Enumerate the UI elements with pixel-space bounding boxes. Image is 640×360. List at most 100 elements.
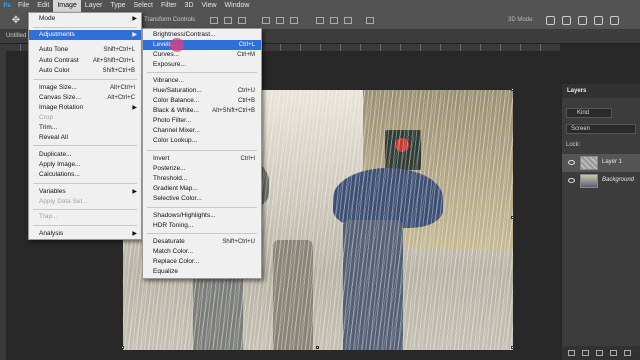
- image-menu-image-rotation[interactable]: Image Rotation ▶: [29, 103, 141, 113]
- 3d-scale-icon[interactable]: [610, 16, 619, 25]
- distribute-icon[interactable]: [316, 17, 324, 24]
- menu-type[interactable]: Type: [106, 0, 129, 12]
- image-menu-reveal-all[interactable]: Reveal All: [29, 133, 141, 143]
- blend-mode-select[interactable]: Screen: [566, 124, 636, 134]
- adjust-menu-photo-filter[interactable]: Photo Filter...: [143, 116, 261, 126]
- align-left-icon[interactable]: [210, 17, 218, 24]
- visibility-eye-icon[interactable]: [568, 178, 575, 183]
- adjust-menu-match-color[interactable]: Match Color...: [143, 247, 261, 257]
- menu-file[interactable]: File: [14, 0, 33, 12]
- adjust-menu-curves[interactable]: Curves... Ctrl+M: [143, 50, 261, 60]
- menu-separator: [33, 225, 137, 226]
- transform-handle-bm[interactable]: [316, 346, 319, 349]
- transform-handle-tr[interactable]: [511, 88, 514, 91]
- image-menu-calculations[interactable]: Calculations...: [29, 170, 141, 180]
- image-menu-trim[interactable]: Trim...: [29, 123, 141, 133]
- layer-row-background[interactable]: Background: [562, 172, 640, 190]
- transform-handle-br[interactable]: [511, 346, 514, 349]
- link-layers-icon[interactable]: [568, 350, 575, 356]
- image-menu-analysis[interactable]: Analysis ▶: [29, 229, 141, 239]
- transform-controls-label[interactable]: Transform Controls: [144, 17, 195, 23]
- new-group-icon[interactable]: [624, 350, 631, 356]
- image-menu-canvas-size[interactable]: Canvas Size... Alt+Ctrl+C: [29, 93, 141, 103]
- distribute-horizontal-icon[interactable]: [330, 17, 338, 24]
- 3d-roll-icon[interactable]: [562, 16, 571, 25]
- adjust-menu-posterize[interactable]: Posterize...: [143, 164, 261, 174]
- auto-align-icon[interactable]: [366, 17, 374, 24]
- shortcut-label: Alt+Ctrl+I: [109, 85, 135, 91]
- add-mask-icon[interactable]: [596, 350, 603, 356]
- menu-image[interactable]: Image: [53, 0, 81, 12]
- adjust-menu-replace-color[interactable]: Replace Color...: [143, 257, 261, 267]
- 3d-pan-icon[interactable]: [578, 16, 587, 25]
- adjust-menu-channel-mixer[interactable]: Channel Mixer...: [143, 126, 261, 136]
- adjust-menu-levels[interactable]: Levels... Ctrl+L: [143, 40, 261, 50]
- image-menu-apply-data-set[interactable]: Apply Data Set...: [29, 197, 141, 207]
- 3d-rotate-icon[interactable]: [546, 16, 555, 25]
- image-menu-image-size[interactable]: Image Size... Alt+Ctrl+I: [29, 83, 141, 93]
- menu-separator: [147, 150, 257, 151]
- document-tab[interactable]: Untitled: [6, 33, 26, 39]
- align-top-icon[interactable]: [262, 17, 270, 24]
- menu-item-label: Threshold...: [153, 175, 188, 182]
- image-menu-duplicate[interactable]: Duplicate...: [29, 150, 141, 160]
- menu-view[interactable]: View: [198, 0, 221, 12]
- move-tool-icon[interactable]: ✥: [10, 15, 22, 27]
- 3d-slide-icon[interactable]: [594, 16, 603, 25]
- transform-handle-bl[interactable]: [121, 346, 124, 349]
- image-menu-adjustments[interactable]: Adjustments ▶: [29, 30, 141, 40]
- menu-3d[interactable]: 3D: [181, 0, 198, 12]
- align-middle-icon[interactable]: [276, 17, 284, 24]
- menu-item-label: Posterize...: [153, 165, 186, 172]
- new-adjustment-icon[interactable]: [610, 350, 617, 356]
- image-menu-crop[interactable]: Crop: [29, 113, 141, 123]
- menu-item-label: Black & White...: [153, 107, 199, 114]
- adjust-menu-invert[interactable]: Invert Ctrl+I: [143, 154, 261, 164]
- shortcut-label: Alt+Shift+Ctrl+L: [92, 58, 135, 64]
- align-right-icon[interactable]: [238, 17, 246, 24]
- image-menu-trap[interactable]: Trap...: [29, 212, 141, 222]
- align-bottom-icon[interactable]: [290, 17, 298, 24]
- align-center-icon[interactable]: [224, 17, 232, 24]
- adjust-menu-gradient-map[interactable]: Gradient Map...: [143, 184, 261, 194]
- adjust-menu-exposure[interactable]: Exposure...: [143, 60, 261, 70]
- menu-item-label: Auto Contrast: [39, 57, 79, 64]
- adjust-menu-color-balance[interactable]: Color Balance... Ctrl+B: [143, 96, 261, 106]
- menu-item-label: Equalize: [153, 268, 178, 275]
- menu-filter[interactable]: Filter: [157, 0, 181, 12]
- menu-edit[interactable]: Edit: [33, 0, 53, 12]
- submenu-arrow-icon: ▶: [132, 231, 137, 237]
- menu-window[interactable]: Window: [221, 0, 254, 12]
- layers-panel-tab[interactable]: Layers: [562, 84, 640, 98]
- adjust-menu-shadows-highlights[interactable]: Shadows/Highlights...: [143, 211, 261, 221]
- image-menu-mode[interactable]: Mode ▶: [29, 14, 141, 24]
- image-menu-auto-tone[interactable]: Auto Tone Shift+Ctrl+L: [29, 45, 141, 55]
- transform-handle-mr[interactable]: [511, 216, 514, 219]
- adjust-menu-hue-saturation[interactable]: Hue/Saturation... Ctrl+U: [143, 86, 261, 96]
- adjust-menu-black-white[interactable]: Black & White... Alt+Shift+Ctrl+B: [143, 106, 261, 116]
- filter-kind-select[interactable]: Kind: [566, 108, 612, 118]
- adjust-menu-desaturate[interactable]: Desaturate Shift+Ctrl+U: [143, 237, 261, 247]
- distribute-vertical-icon[interactable]: [344, 17, 352, 24]
- adjust-menu-vibrance[interactable]: Vibrance...: [143, 76, 261, 86]
- photoshop-logo-icon[interactable]: Ps: [0, 0, 14, 12]
- adjust-menu-hdr-toning[interactable]: HDR Toning...: [143, 221, 261, 231]
- adjust-menu-brightness-contrast[interactable]: Brightness/Contrast...: [143, 30, 261, 40]
- adjust-menu-threshold[interactable]: Threshold...: [143, 174, 261, 184]
- menu-select[interactable]: Select: [130, 0, 157, 12]
- menu-item-label: Desaturate: [153, 238, 185, 245]
- adjust-menu-selective-color[interactable]: Selective Color...: [143, 194, 261, 204]
- visibility-eye-icon[interactable]: [568, 160, 575, 165]
- layer-row-layer-1[interactable]: Layer 1: [562, 154, 640, 172]
- image-menu-auto-color[interactable]: Auto Color Shift+Ctrl+B: [29, 66, 141, 76]
- menu-item-label: Crop: [39, 114, 54, 121]
- image-menu-apply-image[interactable]: Apply Image...: [29, 160, 141, 170]
- adjust-menu-equalize[interactable]: Equalize: [143, 267, 261, 277]
- adjust-menu-color-lookup[interactable]: Color Lookup...: [143, 136, 261, 146]
- menu-item-label: Replace Color...: [153, 258, 200, 265]
- image-menu-auto-contrast[interactable]: Auto Contrast Alt+Shift+Ctrl+L: [29, 56, 141, 66]
- image-menu-variables[interactable]: Variables ▶: [29, 187, 141, 197]
- menu-bar-items: File Edit Image Layer Type Select Filter 3D View…: [14, 0, 253, 12]
- fx-icon[interactable]: [582, 350, 589, 356]
- menu-layer[interactable]: Layer: [81, 0, 107, 12]
